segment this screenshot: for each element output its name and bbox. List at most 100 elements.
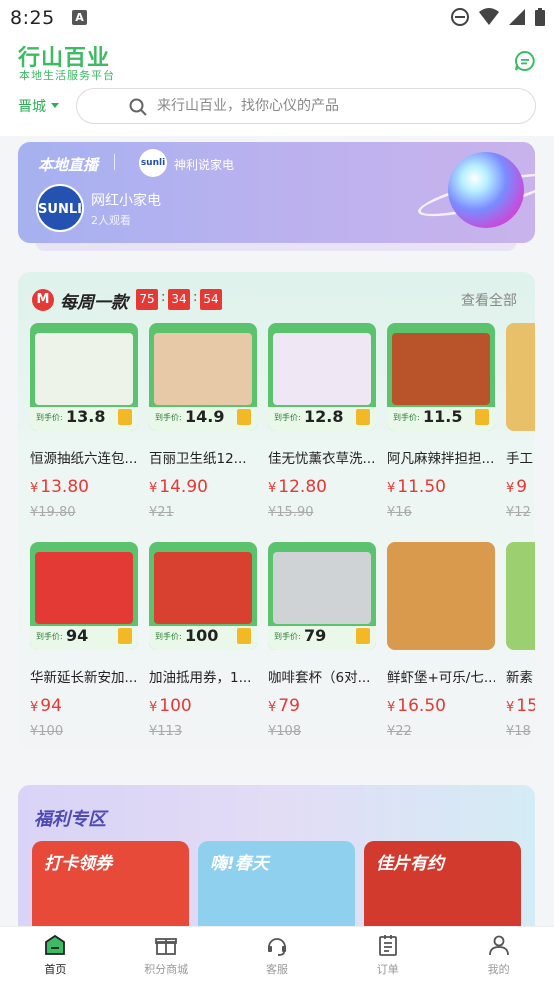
product-name: 恒源抽纸六连包... xyxy=(30,451,138,467)
product-name: 百丽卫生纸12... xyxy=(149,451,247,467)
caret-down-icon xyxy=(51,103,59,108)
weekly-badge-icon: M xyxy=(32,289,54,311)
user-icon xyxy=(488,935,509,956)
product-card[interactable]: 到手价: 11.5 阿凡麻辣拌担担... ¥11.50 ¥16 xyxy=(387,323,495,520)
bottom-nav: 首页 积分商城 客服 订单 我的 xyxy=(0,926,554,984)
product-card[interactable]: 到手价: 94 华新延长新安加... ¥94 ¥100 xyxy=(30,542,138,739)
nav-service[interactable]: 客服 xyxy=(222,927,333,984)
product-price: ¥12.80 xyxy=(268,477,376,497)
shopping-bag-icon xyxy=(356,628,370,644)
status-bar: 8:25 A xyxy=(0,0,554,36)
headset-icon xyxy=(267,938,286,956)
view-all-link[interactable]: 查看全部 xyxy=(461,290,517,310)
price-value: 94 xyxy=(40,696,62,716)
arrive-price-label: 到手价: xyxy=(36,632,63,641)
product-image: 到手价: 94 xyxy=(30,542,138,650)
benefit-card-label: 佳片有约 xyxy=(376,854,444,874)
nav-profile[interactable]: 我的 xyxy=(443,927,554,984)
product-photo xyxy=(392,333,490,405)
shopping-bag-icon xyxy=(356,409,370,425)
nav-home[interactable]: 首页 xyxy=(0,927,111,984)
benefit-section: 福利专区 打卡领券 嗨!春天 佳片有约 xyxy=(18,785,535,935)
notification-a-icon: A xyxy=(72,10,87,25)
live-banner[interactable]: 本地直播 sunli 神利说家电 SUNLI 网红小家电 2人观看 xyxy=(18,142,535,243)
arrive-price-label: 到手价: xyxy=(36,413,63,422)
product-name: 咖啡套杯（6对... xyxy=(268,670,371,686)
product-photo xyxy=(273,552,371,624)
product-image xyxy=(387,542,495,650)
product-card[interactable]: 到手价: 14.9 百丽卫生纸12... ¥14.90 ¥21 xyxy=(149,323,257,520)
product-card[interactable]: 到手价: 79 咖啡套杯（6对... ¥79 ¥108 xyxy=(268,542,376,739)
product-card[interactable]: 到手价: 12.8 佳无忧薰衣草洗... ¥12.80 ¥15.90 xyxy=(268,323,376,520)
product-name: 华新延长新安加... xyxy=(30,670,138,686)
original-price: ¥108 xyxy=(268,724,302,739)
price-value: 13.80 xyxy=(40,477,89,497)
currency-symbol: ¥ xyxy=(30,700,39,715)
product-card[interactable]: 到手价: 13.8 恒源抽纸六连包... ¥13.80 ¥19.80 xyxy=(30,323,138,520)
shopping-bag-icon xyxy=(237,628,251,644)
nav-label: 积分商城 xyxy=(144,963,189,976)
product-price: ¥14.90 xyxy=(149,477,257,497)
app-header: 行山百业 本地生活服务平台 晋城 xyxy=(0,36,554,136)
original-price: ¥15.90 xyxy=(268,505,314,520)
nav-label: 首页 xyxy=(44,963,67,976)
search-icon xyxy=(129,98,147,116)
arrive-price-value: 79 xyxy=(304,626,327,645)
shopping-bag-icon xyxy=(237,409,251,425)
product-price: ¥94 xyxy=(30,696,138,716)
price-value: 14.90 xyxy=(159,477,208,497)
currency-symbol: ¥ xyxy=(387,481,396,496)
viewer-count: 2人观看 xyxy=(91,214,131,227)
shopping-bag-icon xyxy=(118,409,132,425)
currency-symbol: ¥ xyxy=(149,481,158,496)
order-icon xyxy=(378,935,397,956)
search-input[interactable] xyxy=(157,98,517,114)
price-value: 11.50 xyxy=(397,477,446,497)
original-price: ¥16 xyxy=(387,505,412,520)
arrive-price-value: 94 xyxy=(66,626,89,645)
product-image: 到手价: 100 xyxy=(149,542,257,650)
message-icon[interactable] xyxy=(514,50,536,72)
live-section-title: 本地直播 xyxy=(38,156,99,174)
price-value: 79 xyxy=(278,696,300,716)
search-bar[interactable] xyxy=(76,88,536,124)
product-name: 加油抵用券，1... xyxy=(149,670,252,686)
benefit-card-movies[interactable]: 佳片有约 xyxy=(364,841,521,935)
benefit-title: 福利专区 xyxy=(34,809,106,830)
streamer-avatar[interactable]: SUNLI xyxy=(36,184,84,232)
countdown-colon: : xyxy=(161,290,166,305)
product-price: ¥16.50 xyxy=(387,696,495,716)
product-card[interactable]: 到手价: 100 加油抵用券，1... ¥100 ¥113 xyxy=(149,542,257,739)
price-value: 12.80 xyxy=(278,477,327,497)
nav-orders[interactable]: 订单 xyxy=(332,927,443,984)
benefit-card-spring[interactable]: 嗨!春天 xyxy=(198,841,355,935)
arrive-price-label: 到手价: xyxy=(274,413,301,422)
product-price: ¥13.80 xyxy=(30,477,138,497)
original-price: ¥21 xyxy=(149,505,174,520)
arrive-price-label: 到手价: xyxy=(393,413,420,422)
nav-points-mall[interactable]: 积分商城 xyxy=(111,927,222,984)
product-card[interactable]: 鲜虾堡+可乐/七... ¥16.50 ¥22 xyxy=(387,542,495,739)
original-price: ¥18 xyxy=(506,724,531,739)
product-price: ¥15 xyxy=(506,696,535,716)
live-banner-shadow xyxy=(36,243,516,251)
countdown-hours: 75 xyxy=(136,289,158,310)
product-image: 到手价: 13.8 xyxy=(30,323,138,431)
city-selector[interactable]: 晋城 xyxy=(18,96,60,116)
currency-symbol: ¥ xyxy=(30,481,39,496)
status-time: 8:25 xyxy=(10,7,55,29)
product-photo xyxy=(154,333,252,405)
status-icons xyxy=(450,7,546,27)
weekly-title: 每周一款 xyxy=(60,293,128,313)
product-card[interactable]: 新素 ¥15 ¥18 xyxy=(506,542,535,739)
product-name: 阿凡麻辣拌担担... xyxy=(387,451,495,467)
benefit-card-checkin[interactable]: 打卡领券 xyxy=(32,841,189,935)
countdown-colon: : xyxy=(193,290,198,305)
weekly-deal-section: M 每周一款 75 : 34 : 54 查看全部 到手价: 13.8 恒源抽纸六连包… xyxy=(18,272,535,748)
app-slogan: 本地生活服务平台 xyxy=(19,69,115,82)
price-value: 15 xyxy=(516,696,535,716)
live-divider xyxy=(114,154,115,170)
live-channel-name: 神利说家电 xyxy=(174,158,235,172)
product-card[interactable]: 手工 ¥9 ¥12 xyxy=(506,323,535,520)
product-photo xyxy=(35,552,133,624)
